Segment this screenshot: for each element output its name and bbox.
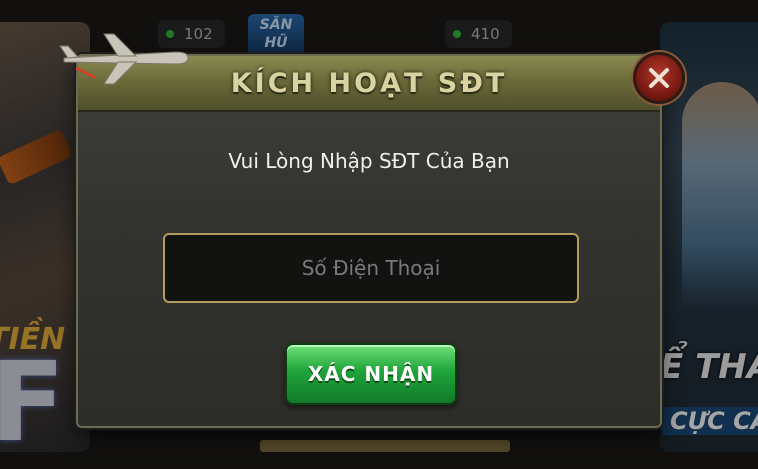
close-icon — [649, 68, 669, 88]
airplane-icon — [59, 33, 189, 85]
phone-number-input[interactable] — [163, 233, 579, 303]
activate-phone-dialog: KÍCH HOẠT SĐT Vui Lòng Nhập SĐT Của Bạn … — [76, 54, 662, 428]
dialog-subtitle: Vui Lòng Nhập SĐT Của Bạn — [228, 149, 510, 173]
close-button[interactable] — [633, 52, 685, 104]
confirm-button[interactable]: XÁC NHẬN — [285, 343, 457, 405]
